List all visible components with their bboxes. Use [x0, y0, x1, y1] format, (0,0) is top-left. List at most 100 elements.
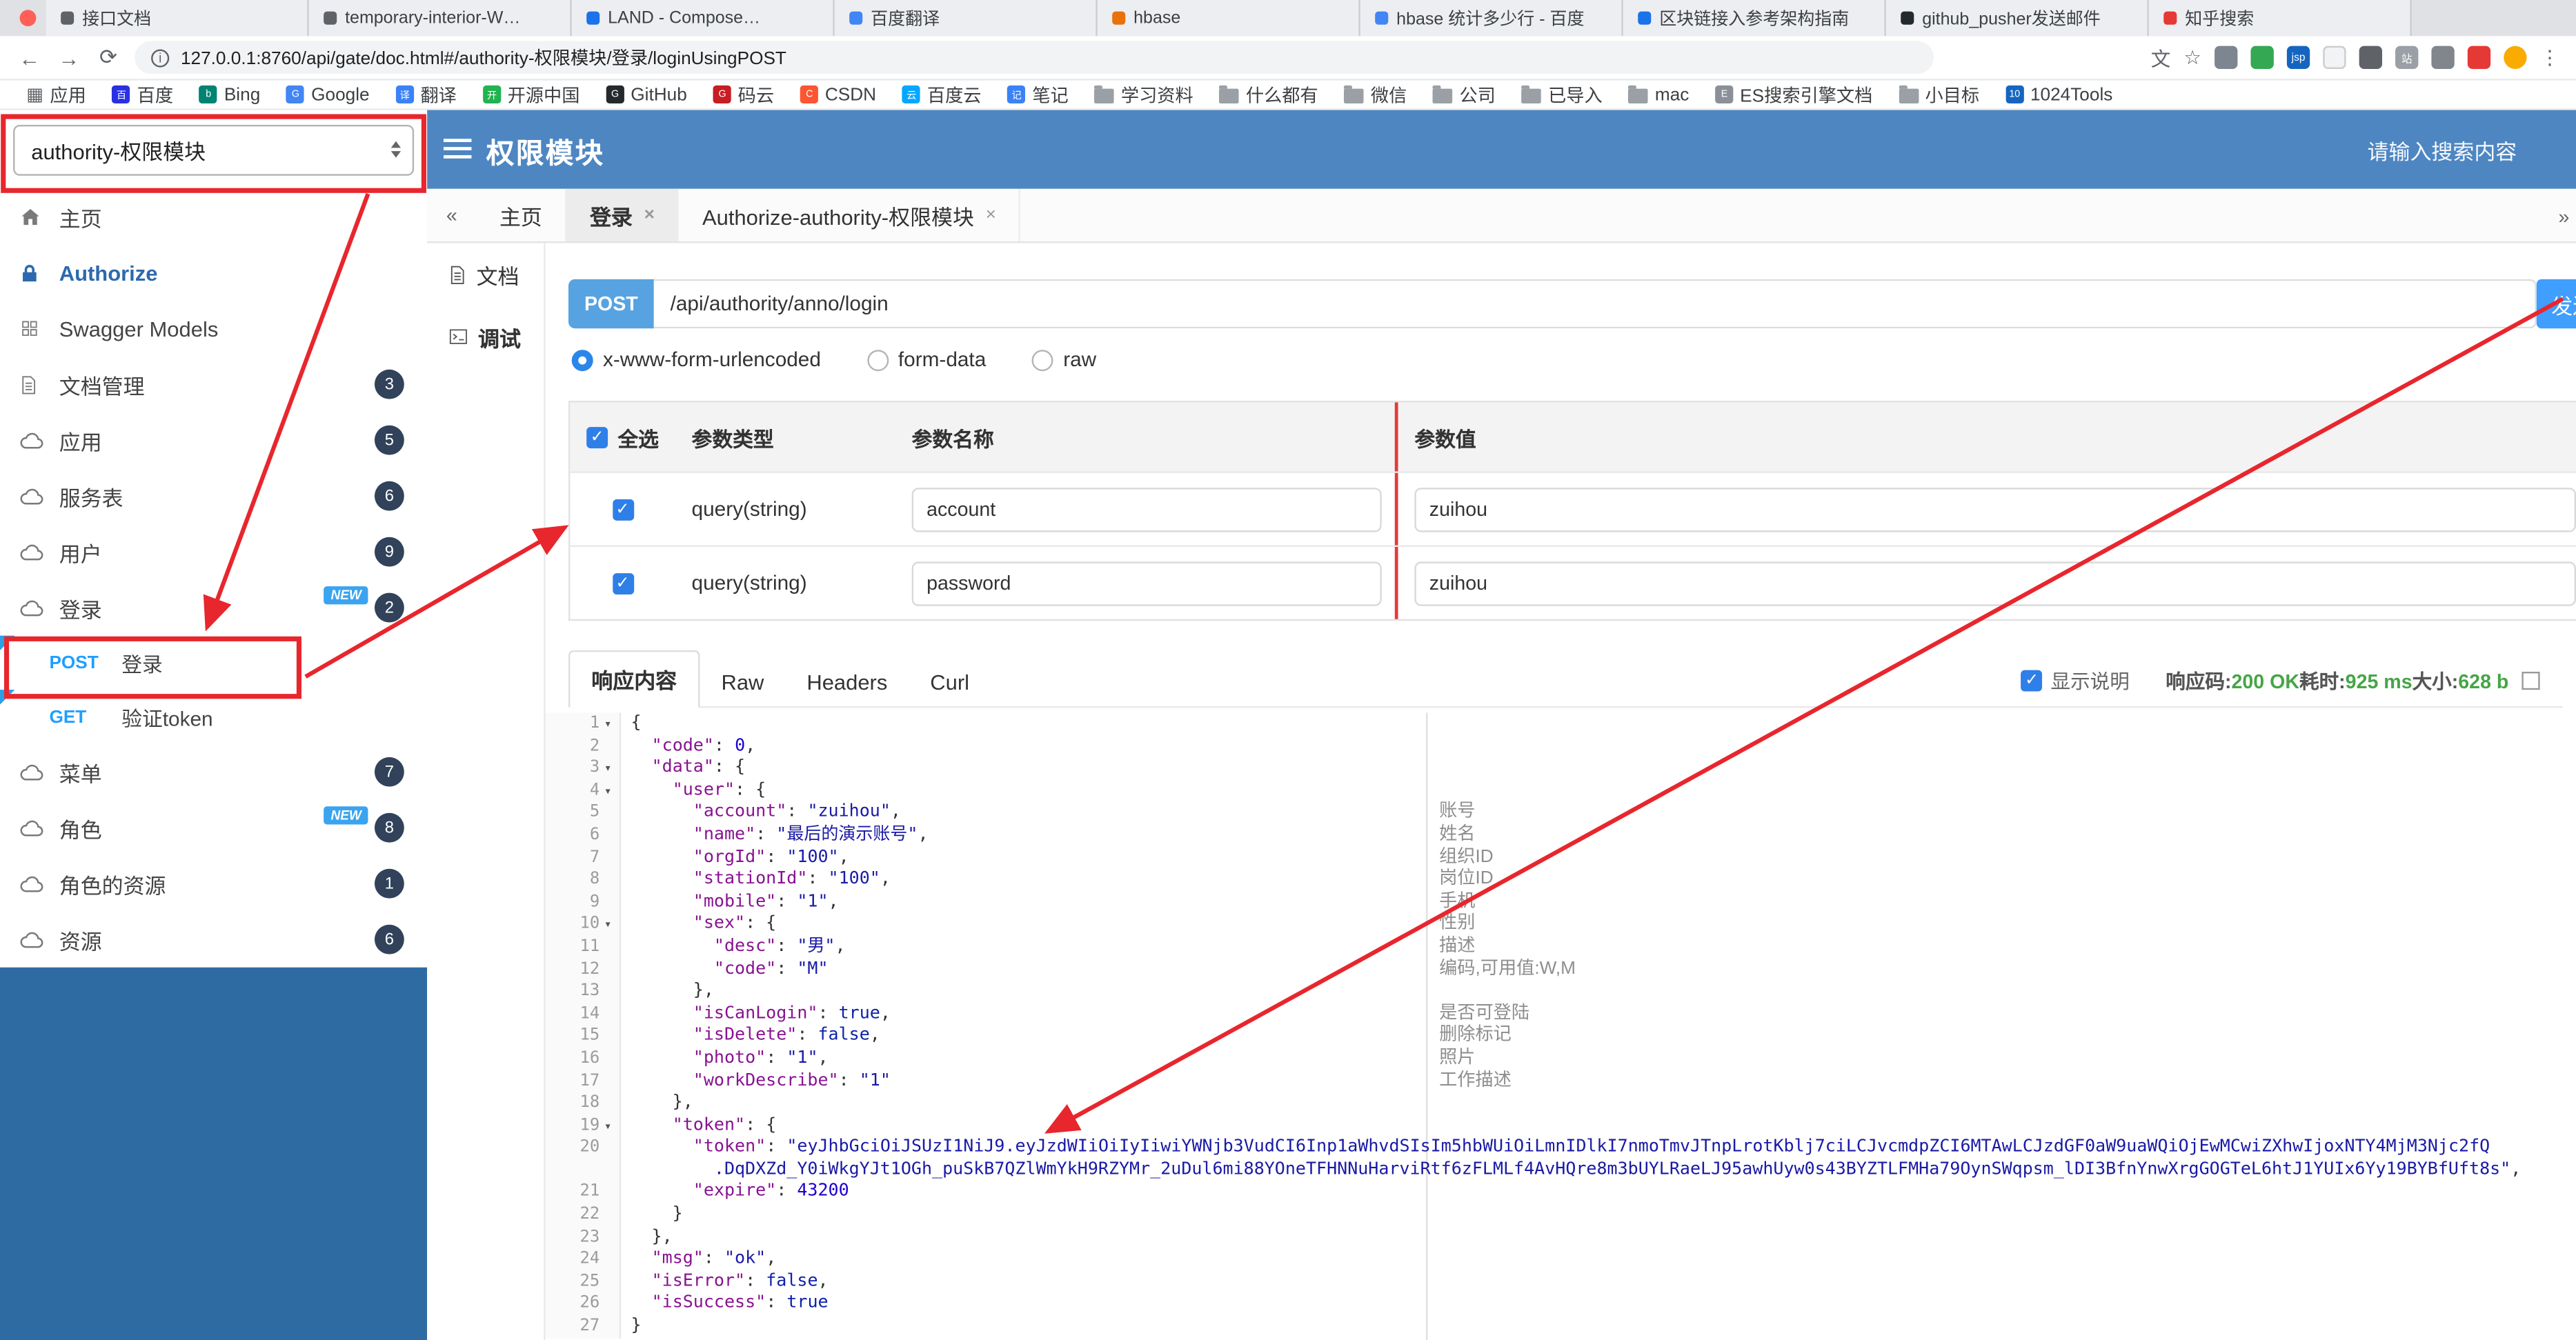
bookmark-item[interactable]: G Google [273, 85, 382, 104]
bookmark-item[interactable]: b Bing [186, 85, 273, 104]
response-tab-[interactable]: 响应内容 [568, 650, 700, 708]
bookmark-star-icon[interactable]: ☆ [2183, 46, 2201, 69]
bookmark-item[interactable]: 10 1024Tools [1992, 85, 2126, 104]
fold-caret-icon[interactable]: ▾ [600, 1114, 616, 1137]
translate-icon[interactable]: 文 [2151, 43, 2171, 71]
param-name-input[interactable]: password [911, 561, 1382, 606]
code-text: "desc": "男", [713, 936, 846, 956]
browser-tab[interactable]: 接口文档 [46, 0, 309, 37]
code-line: 10 ▾ "sex": { [545, 913, 2576, 937]
response-tab-headers[interactable]: Headers [785, 659, 909, 706]
bookmark-item[interactable]: 学习资料 [1082, 81, 1207, 108]
content-type-radio[interactable]: raw [1031, 348, 1096, 371]
puzzle-extension-icon[interactable] [2431, 46, 2455, 70]
param-value-input[interactable]: zuihou [1414, 561, 2576, 606]
bookmark-item[interactable]: G GitHub [593, 85, 700, 104]
forward-icon[interactable]: → [56, 45, 82, 70]
content-tab[interactable]: 登录 × [566, 188, 680, 242]
sidebar-item[interactable]: 登录 NEW 2 [0, 579, 428, 636]
fold-caret-icon[interactable]: ▾ [600, 713, 616, 735]
browser-tab[interactable]: hbase 统计多少行 - 百度 [1360, 0, 1623, 37]
show-description-checkbox[interactable]: ✓ [2021, 670, 2043, 692]
jsp-extension-icon[interactable]: jsp [2286, 46, 2310, 70]
sidebar-item[interactable]: 文档管理 3 [0, 356, 428, 412]
content-type-radio[interactable]: x-www-form-urlencoded [571, 348, 821, 371]
bookmark-item[interactable]: mac [1616, 85, 1703, 104]
bookmark-item[interactable]: C CSDN [787, 85, 889, 104]
response-tab-curl[interactable]: Curl [909, 659, 991, 706]
response-tab-raw[interactable]: Raw [700, 659, 786, 706]
param-checkbox[interactable]: ✓ [612, 498, 634, 520]
bookmark-item[interactable]: 百百度 [99, 81, 186, 108]
close-tab-icon[interactable]: × [644, 206, 655, 226]
bookmark-item[interactable]: 微信 [1331, 81, 1420, 108]
tabs-scroll-right-icon[interactable]: » [2559, 189, 2570, 243]
red-extension-icon[interactable] [2467, 46, 2491, 70]
sidebar-item[interactable]: 主页 [0, 188, 428, 245]
param-checkbox[interactable]: ✓ [612, 572, 634, 594]
sitetool-extension-icon[interactable]: 站 [2395, 46, 2419, 70]
fullscreen-icon[interactable] [2521, 671, 2540, 690]
code-line: 22 } [545, 1203, 2576, 1227]
sidebar-item[interactable]: Swagger Models [0, 300, 428, 357]
browser-tab[interactable]: 区块链接入参考架构指南 [1623, 0, 1886, 37]
kebab-menu-icon[interactable]: ⋮ [2540, 46, 2560, 69]
browser-tab[interactable]: github_pusher发送邮件 [1885, 0, 2149, 37]
close-tab-icon[interactable]: × [986, 206, 996, 226]
sidebar-endpoint-post[interactable]: POST 登录 [0, 635, 428, 690]
bookmark-favicon: 10 [2005, 85, 2024, 104]
sidebar-item[interactable]: 服务表 6 [0, 468, 428, 524]
browser-tab[interactable]: 百度翻译 [834, 0, 1098, 37]
fold-caret-icon[interactable]: ▾ [600, 914, 616, 936]
hamburger-icon[interactable] [443, 138, 472, 168]
back-icon[interactable]: ← [17, 45, 43, 70]
sidebar-item[interactable]: 角色 NEW 8 [0, 799, 428, 856]
module-select[interactable]: authority-权限模块 [13, 123, 415, 175]
param-name-input[interactable]: account [911, 487, 1382, 532]
sidebar-item[interactable]: 资源 6 [0, 911, 428, 968]
bookmark-item[interactable]: 记笔记 [995, 81, 1082, 108]
doc-nav-debug[interactable]: 调试 [427, 306, 544, 368]
bookmark-item[interactable]: E ES搜索引擎文档 [1702, 81, 1885, 108]
bookmark-item[interactable]: 公司 [1420, 81, 1509, 108]
bookmark-item[interactable]: 什么都有 [1207, 81, 1331, 108]
param-value-input[interactable]: zuihou [1414, 487, 2576, 532]
doc-nav-document[interactable]: 文档 [427, 243, 544, 305]
content-tab[interactable]: Authorize-authority-权限模块 × [680, 188, 1021, 242]
sidebar-endpoint-get[interactable]: GET 验证token [0, 690, 428, 744]
bookmark-item[interactable]: 译翻译 [383, 81, 470, 108]
browser-tab[interactable]: hbase [1097, 0, 1360, 37]
bookmark-item[interactable]: 已导入 [1509, 81, 1616, 108]
sidebar-item[interactable]: Authorize [0, 244, 428, 301]
camera-extension-icon[interactable] [2215, 46, 2238, 70]
select-all-checkbox[interactable]: ✓ [586, 426, 608, 448]
circle-extension-icon[interactable] [2323, 46, 2346, 70]
address-bar[interactable]: i 127.0.0.1:8760/api/gate/doc.html#/auth… [135, 41, 1934, 74]
browser-tab[interactable]: LAND - Compose… [571, 0, 835, 37]
content-tab[interactable]: 主页 [477, 188, 567, 242]
search-input[interactable]: 请输入搜索内容 [2368, 110, 2517, 189]
bookmark-item[interactable]: 云百度云 [889, 81, 994, 108]
window-close-button[interactable] [19, 10, 37, 27]
sidebar-item[interactable]: 应用 5 [0, 412, 428, 468]
sidebar-item[interactable]: 菜单 7 [0, 743, 428, 800]
chrome-extension-icon[interactable] [2250, 46, 2274, 70]
browser-tab[interactable]: 知乎搜索 [2148, 0, 2412, 37]
bookmark-item[interactable]: 小目标 [1885, 81, 1992, 108]
page-info-icon[interactable]: i [151, 48, 170, 67]
send-button[interactable]: 发送 [2536, 279, 2576, 329]
sidebar-item-label: 服务表 [59, 485, 123, 510]
sidebar-item[interactable]: 角色的资源 1 [0, 855, 428, 912]
bookmark-item[interactable]: 开开源中国 [470, 81, 593, 108]
sidebar-item[interactable]: 用户 9 [0, 523, 428, 580]
fold-caret-icon[interactable]: ▾ [600, 780, 616, 802]
reload-icon[interactable]: ⟳ [95, 44, 121, 70]
bookmark-item[interactable]: ▦ 应用 [13, 81, 99, 108]
fold-caret-icon[interactable]: ▾ [600, 757, 616, 779]
tabs-scroll-left-icon[interactable]: « [427, 203, 476, 226]
content-type-radio[interactable]: form-data [866, 348, 986, 371]
shield-extension-icon[interactable] [2359, 46, 2383, 70]
bookmark-item[interactable]: G 码云 [700, 81, 787, 108]
avatar[interactable] [2504, 46, 2527, 70]
browser-tab[interactable]: temporary-interior-W… [308, 0, 572, 37]
